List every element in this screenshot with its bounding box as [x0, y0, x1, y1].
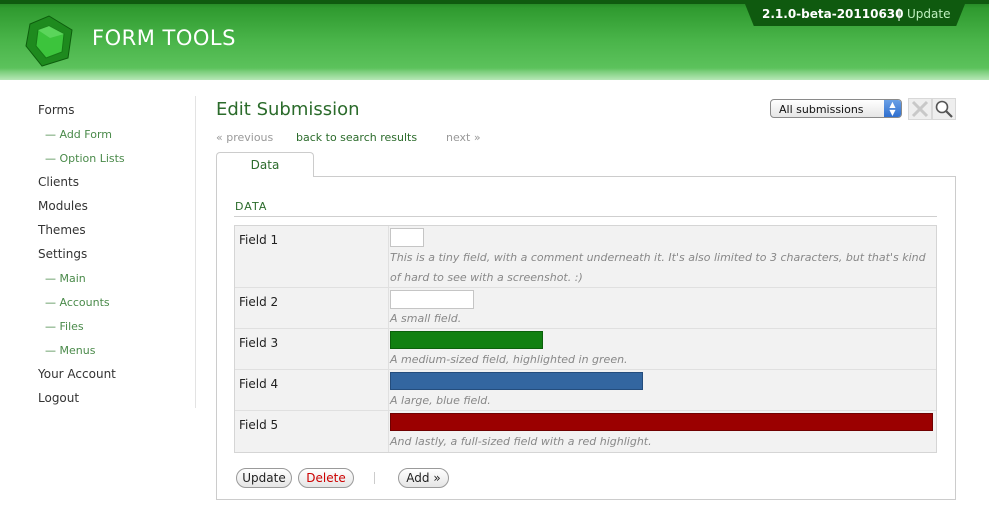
sidebar-item-modules[interactable]: Modules: [38, 199, 88, 213]
section-divider: [234, 216, 937, 217]
fields-table: Field 1 This is a tiny field, with a com…: [234, 225, 937, 453]
sidebar-item-forms[interactable]: Forms: [38, 103, 74, 117]
submission-view-select[interactable]: All submissions: [770, 99, 902, 118]
header-top-border: [0, 0, 989, 4]
clear-filter-icon: [911, 100, 929, 118]
previous-link: « previous: [216, 131, 274, 144]
sidebar-item-your-account[interactable]: Your Account: [38, 367, 116, 381]
column-divider: [388, 329, 389, 369]
sidebar-item-clients[interactable]: Clients: [38, 175, 79, 189]
page-title: Edit Submission: [216, 99, 360, 120]
table-row: Field 5 And lastly, a full-sized field w…: [235, 411, 936, 452]
update-link[interactable]: Update: [907, 7, 950, 21]
field-4-input[interactable]: [390, 372, 643, 390]
field-comment: And lastly, a full-sized field with a re…: [390, 435, 652, 448]
app-title: FORM TOOLS: [92, 26, 236, 50]
search-button[interactable]: [932, 98, 956, 120]
column-divider: [388, 288, 389, 328]
tab-data[interactable]: Data: [216, 152, 314, 177]
field-3-input[interactable]: [390, 331, 543, 349]
sidebar-item-add-form[interactable]: — Add Form: [45, 128, 112, 141]
field-comment: A small field.: [390, 312, 462, 325]
table-row: Field 4 A large, blue field.: [235, 370, 936, 411]
column-divider: [388, 226, 389, 287]
table-row: Field 1 This is a tiny field, with a com…: [235, 226, 936, 288]
sidebar-item-accounts[interactable]: — Accounts: [45, 296, 110, 309]
version-label: 2.1.0-beta-20110630: [762, 7, 904, 21]
next-link: next »: [446, 131, 481, 144]
sidebar-item-logout[interactable]: Logout: [38, 391, 79, 405]
add-button[interactable]: Add »: [398, 468, 449, 488]
field-label: Field 1: [239, 233, 279, 247]
form-tools-logo-icon[interactable]: [22, 14, 76, 68]
field-comment: A large, blue field.: [390, 394, 491, 407]
table-row: Field 3 A medium-sized field, highlighte…: [235, 329, 936, 370]
section-title: DATA: [235, 200, 268, 213]
sidebar: [0, 96, 196, 408]
sidebar-item-option-lists[interactable]: — Option Lists: [45, 152, 125, 165]
back-to-search-results-link[interactable]: back to search results: [296, 131, 417, 144]
field-2-input[interactable]: [390, 290, 474, 309]
update-button[interactable]: Update: [236, 468, 292, 488]
version-separator: |: [897, 7, 902, 21]
field-label: Field 5: [239, 418, 279, 432]
app-header: FORM TOOLS 2.1.0-beta-20110630 | Update: [0, 0, 989, 80]
clear-filter-button[interactable]: [908, 98, 932, 120]
sidebar-item-main[interactable]: — Main: [45, 272, 86, 285]
sidebar-item-menus[interactable]: — Menus: [45, 344, 95, 357]
select-arrows-icon[interactable]: ▲ ▼: [884, 100, 901, 117]
column-divider: [388, 370, 389, 410]
field-comment: This is a tiny field, with a comment und…: [390, 251, 926, 284]
field-5-input[interactable]: [390, 413, 933, 431]
button-separator: [374, 472, 375, 484]
delete-button[interactable]: Delete: [298, 468, 354, 488]
field-label: Field 3: [239, 336, 279, 350]
field-comment: A medium-sized field, highlighted in gre…: [390, 353, 628, 366]
search-icon: [935, 100, 953, 118]
field-label: Field 2: [239, 295, 279, 309]
field-1-input[interactable]: [390, 228, 424, 247]
sidebar-item-files[interactable]: — Files: [45, 320, 84, 333]
table-row: Field 2 A small field.: [235, 288, 936, 329]
sidebar-item-settings[interactable]: Settings: [38, 247, 87, 261]
column-divider: [388, 411, 389, 452]
sidebar-item-themes[interactable]: Themes: [38, 223, 86, 237]
field-label: Field 4: [239, 377, 279, 391]
